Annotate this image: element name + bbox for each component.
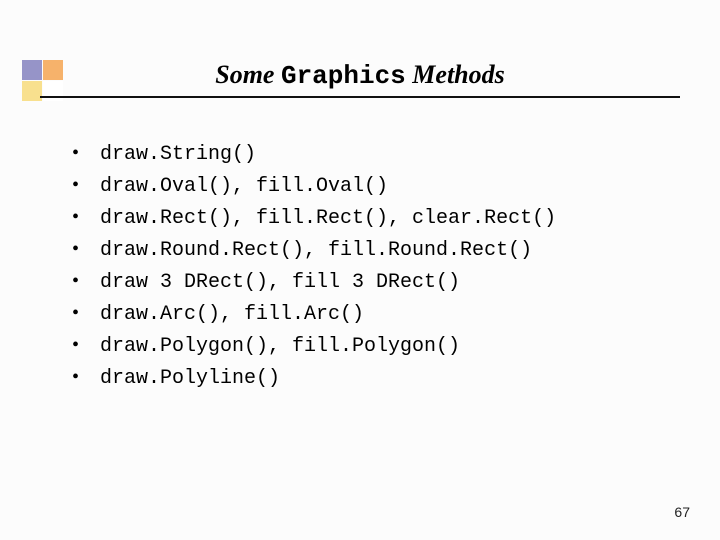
bullet-dot: • [72, 234, 100, 264]
list-item: • draw.Polygon(), fill.Polygon() [72, 330, 556, 362]
title-part-methods: Methods [406, 60, 505, 89]
list-item: • draw.Oval(), fill.Oval() [72, 170, 556, 202]
list-item-text: draw.Rect(), fill.Rect(), clear.Rect() [100, 204, 556, 234]
list-item-text: draw.Polyline() [100, 364, 280, 394]
title-rule [40, 96, 680, 98]
list-item: • draw 3 DRect(), fill 3 DRect() [72, 266, 556, 298]
list-item: • draw.String() [72, 138, 556, 170]
slide: Some Graphics Methods • draw.String() • … [0, 0, 720, 540]
bullet-dot: • [72, 170, 100, 200]
bullet-dot: • [72, 298, 100, 328]
list-item-text: draw.Round.Rect(), fill.Round.Rect() [100, 236, 532, 266]
title-part-some: Some [215, 60, 281, 89]
list-item: • draw.Arc(), fill.Arc() [72, 298, 556, 330]
list-item-text: draw.String() [100, 140, 256, 170]
page-title: Some Graphics Methods [215, 60, 505, 89]
list-item: • draw.Polyline() [72, 362, 556, 394]
title-wrap: Some Graphics Methods [0, 60, 720, 91]
page-number: 67 [674, 504, 690, 520]
title-part-graphics: Graphics [281, 61, 406, 91]
list-item: • draw.Round.Rect(), fill.Round.Rect() [72, 234, 556, 266]
bullet-dot: • [72, 202, 100, 232]
list-item-text: draw.Arc(), fill.Arc() [100, 300, 364, 330]
bullet-dot: • [72, 362, 100, 392]
bullet-dot: • [72, 266, 100, 296]
list-item: • draw.Rect(), fill.Rect(), clear.Rect() [72, 202, 556, 234]
bullet-dot: • [72, 138, 100, 168]
bullet-list: • draw.String() • draw.Oval(), fill.Oval… [72, 138, 556, 394]
list-item-text: draw.Oval(), fill.Oval() [100, 172, 388, 202]
list-item-text: draw.Polygon(), fill.Polygon() [100, 332, 460, 362]
bullet-dot: • [72, 330, 100, 360]
list-item-text: draw 3 DRect(), fill 3 DRect() [100, 268, 460, 298]
